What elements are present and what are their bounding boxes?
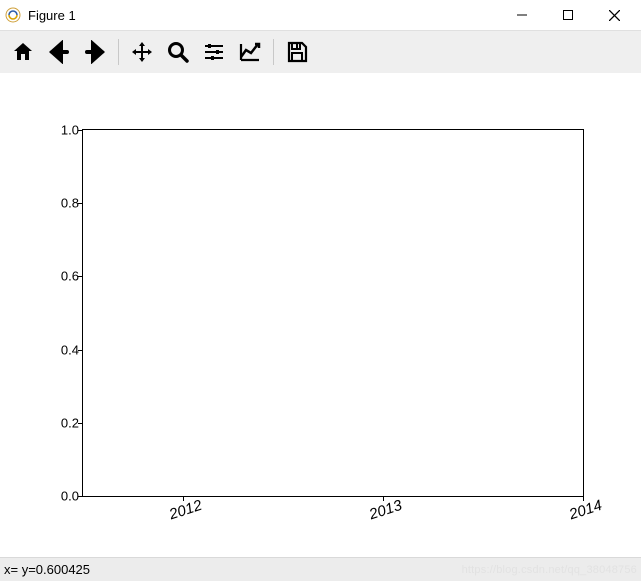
y-tick-label: 0.2 [61,415,79,430]
toolbar-separator [273,39,274,65]
x-tick-label: 2012 [167,497,204,523]
forward-button[interactable] [78,35,112,69]
window-titlebar: Figure 1 [0,0,641,31]
home-icon [11,40,35,64]
x-tick-label: 2013 [367,497,404,523]
axes: 0.0 0.2 0.4 0.6 0.8 1.0 2012 2013 2014 [82,129,584,497]
configure-subplots-icon [202,40,226,64]
figure-canvas[interactable]: 0.0 0.2 0.4 0.6 0.8 1.0 2012 2013 2014 [0,73,641,557]
axis-edit-icon [238,40,262,64]
save-icon [285,40,309,64]
pan-icon [130,40,154,64]
window-close-button[interactable] [591,0,637,31]
home-button[interactable] [6,35,40,69]
x-tick-label: 2014 [567,497,604,523]
window-maximize-button[interactable] [545,0,591,31]
back-button[interactable] [42,35,76,69]
forward-icon [83,40,107,64]
back-icon [47,40,71,64]
app-icon [4,6,22,24]
y-tick-label: 1.0 [61,123,79,138]
configure-subplots-button[interactable] [197,35,231,69]
figure-toolbar [0,31,641,73]
window-minimize-button[interactable] [499,0,545,31]
zoom-button[interactable] [161,35,195,69]
toolbar-separator [118,39,119,65]
y-tick-label: 0.8 [61,196,79,211]
axis-edit-button[interactable] [233,35,267,69]
status-bar: x= y=0.600425 https://blog.csdn.net/qq_3… [0,557,641,581]
y-tick-label: 0.4 [61,342,79,357]
watermark-text: https://blog.csdn.net/qq_38048756 [462,564,637,576]
cursor-coords: x= y=0.600425 [4,562,90,577]
zoom-icon [166,40,190,64]
y-tick-label: 0.6 [61,269,79,284]
window-title: Figure 1 [28,8,76,23]
save-button[interactable] [280,35,314,69]
pan-button[interactable] [125,35,159,69]
y-tick-label: 0.0 [61,489,79,504]
